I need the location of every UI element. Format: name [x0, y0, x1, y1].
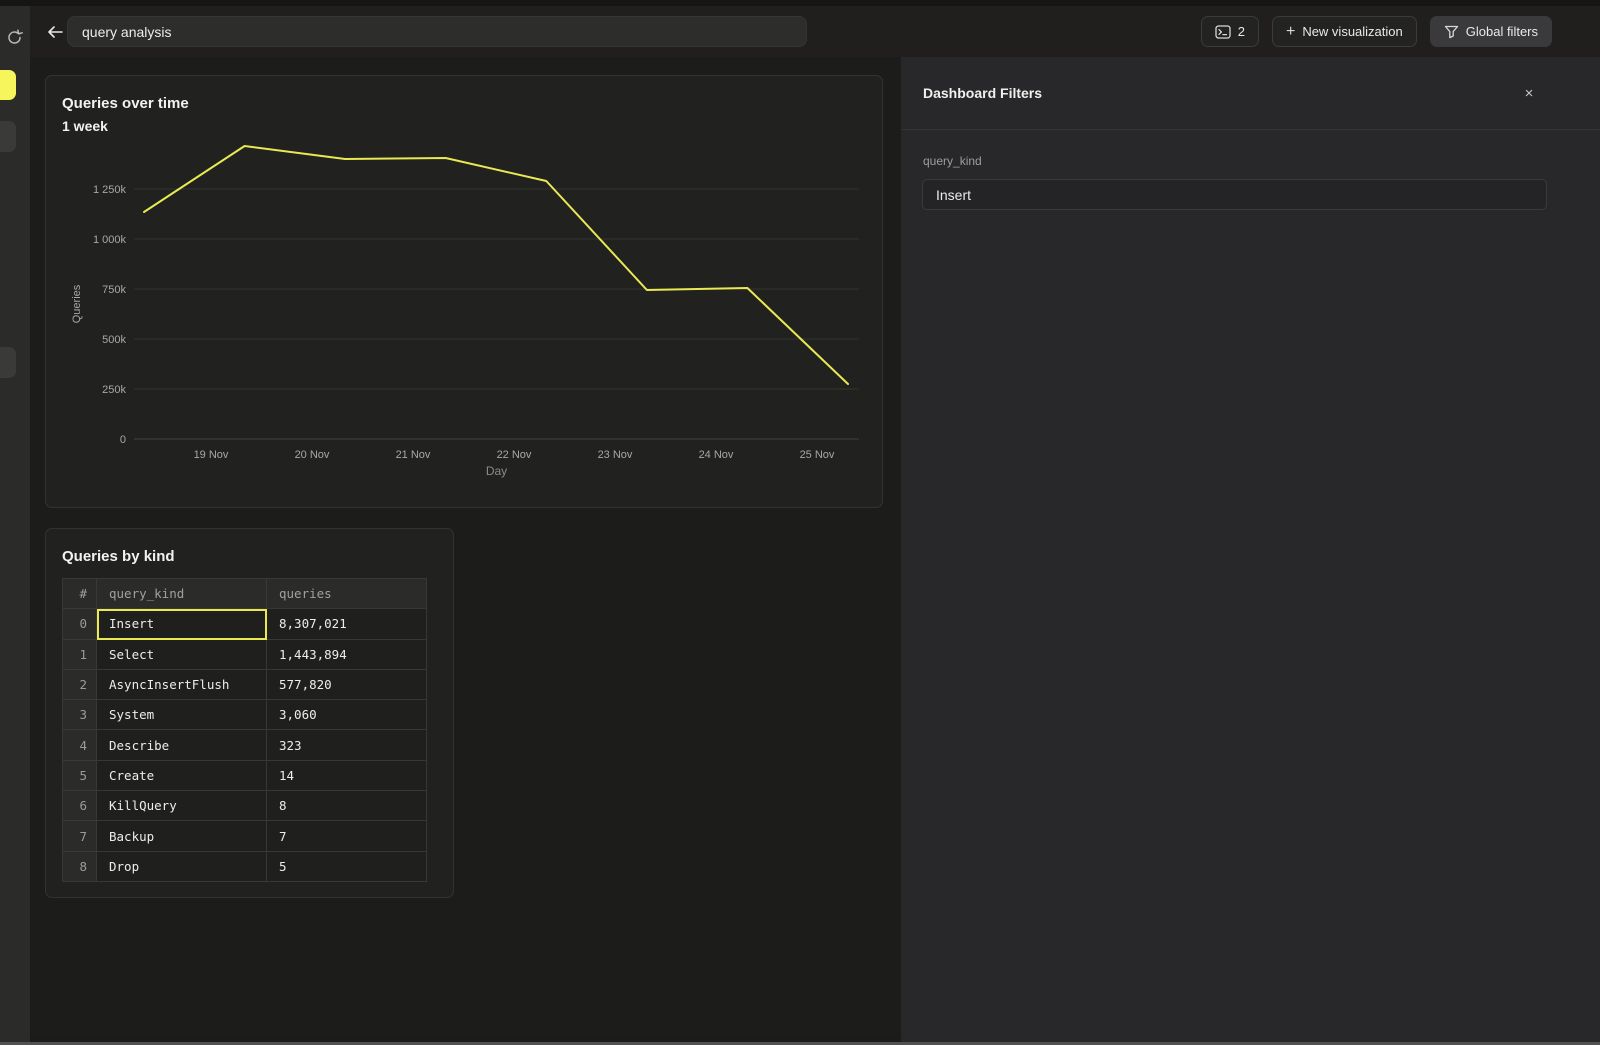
sidebar-item-2[interactable]	[0, 121, 16, 152]
query-kind-filter-value: Insert	[936, 187, 971, 203]
row-index-cell: 6	[63, 791, 97, 821]
col-header-queries[interactable]: queries	[267, 579, 427, 609]
query-kind-filter-input[interactable]: Insert	[922, 179, 1547, 210]
dashboard-app: 2 + New visualization Global filters Que…	[0, 0, 1600, 1045]
plus-icon: +	[1286, 24, 1295, 40]
col-header-query-kind[interactable]: query_kind	[97, 579, 267, 609]
query-kind-cell[interactable]: Drop	[97, 852, 267, 882]
queries-value-cell[interactable]: 7	[267, 821, 427, 851]
results-count-button[interactable]: 2	[1201, 16, 1259, 47]
queries-value-cell[interactable]: 8	[267, 791, 427, 821]
filter-field-label: query_kind	[923, 154, 982, 168]
query-kind-cell[interactable]: KillQuery	[97, 791, 267, 821]
col-header-index[interactable]: #	[63, 579, 97, 609]
queries-value-cell[interactable]: 323	[267, 730, 427, 760]
filters-panel-title: Dashboard Filters	[923, 85, 1042, 101]
query-kind-cell[interactable]: Describe	[97, 730, 267, 760]
sidebar-item-3[interactable]	[0, 347, 16, 378]
left-arrow-icon	[46, 24, 64, 40]
sidebar-item-active-dashboard[interactable]	[0, 70, 16, 100]
x-axis-tick-label: 19 Nov	[194, 449, 229, 461]
row-index-cell: 5	[63, 761, 97, 791]
query-kind-cell[interactable]: AsyncInsertFlush	[97, 670, 267, 700]
new-visualization-button[interactable]: + New visualization	[1272, 16, 1417, 47]
y-axis-tick-label: 250k	[102, 384, 126, 396]
main-content: Queries over time 1 week 0250k500k750k1 …	[30, 57, 901, 1045]
queries-value-cell[interactable]: 3,060	[267, 700, 427, 730]
y-axis-title: Queries	[71, 284, 83, 323]
queries-by-kind-table: #query_kindqueries 0Insert8,307,021 1Selec…	[62, 578, 427, 882]
queries-over-time-chart: 0 250k 500k 750k 1 000k 1 250k Queries 19 Nov 20…	[46, 76, 884, 509]
dashboard-filters-panel: Dashboard Filters × query_kind Insert	[901, 57, 1600, 1045]
back-button[interactable]	[40, 16, 70, 47]
top-bar: 2 + New visualization Global filters	[30, 6, 1600, 57]
query-kind-cell[interactable]: System	[97, 700, 267, 730]
queries-value-cell[interactable]: 1,443,894	[267, 640, 427, 670]
y-axis-tick-label: 0	[120, 434, 126, 446]
y-axis-tick-label: 750k	[102, 284, 126, 296]
queries-value-cell[interactable]: 14	[267, 761, 427, 791]
y-axis-tick-label: 500k	[102, 334, 126, 346]
x-axis-tick-label: 25 Nov	[800, 449, 835, 461]
filters-panel-header: Dashboard Filters ×	[901, 57, 1600, 130]
close-icon[interactable]: ×	[1518, 82, 1540, 104]
x-axis-tick-label: 22 Nov	[497, 449, 532, 461]
queries-over-time-card: Queries over time 1 week 0250k500k750k1 …	[45, 75, 883, 508]
queries-line-series	[144, 146, 848, 384]
refresh-icon	[6, 29, 23, 46]
query-kind-cell[interactable]: Create	[97, 761, 267, 791]
row-index-cell: 1	[63, 640, 97, 670]
y-axis-tick-label: 1 250k	[93, 184, 127, 196]
query-kind-cell[interactable]: Backup	[97, 821, 267, 851]
row-index-cell: 7	[63, 821, 97, 851]
x-axis-tick-label: 23 Nov	[598, 449, 633, 461]
queries-value-cell[interactable]: 577,820	[267, 670, 427, 700]
refresh-button[interactable]	[1, 24, 27, 50]
table-title: Queries by kind	[62, 548, 175, 565]
queries-value-cell[interactable]: 5	[267, 852, 427, 882]
global-filters-label: Global filters	[1466, 24, 1538, 39]
x-axis-tick-label: 20 Nov	[295, 449, 330, 461]
row-index-cell: 4	[63, 730, 97, 760]
x-axis-tick-label: 21 Nov	[396, 449, 431, 461]
query-kind-cell[interactable]: Insert	[97, 609, 267, 639]
row-index-cell: 8	[63, 852, 97, 882]
funnel-icon	[1444, 25, 1459, 39]
queries-value-cell[interactable]: 8,307,021	[267, 609, 427, 639]
row-index-cell: 3	[63, 700, 97, 730]
dashboard-title-input[interactable]	[67, 16, 807, 47]
new-visualization-label: New visualization	[1302, 24, 1402, 39]
x-axis-title: Day	[486, 464, 507, 478]
console-icon	[1215, 25, 1231, 39]
row-index-cell: 2	[63, 670, 97, 700]
x-axis-tick-label: 24 Nov	[699, 449, 734, 461]
row-index-cell: 0	[63, 609, 97, 639]
queries-by-kind-card: Queries by kind #query_kindqueries 0Inser…	[45, 528, 454, 898]
mini-sidebar	[0, 6, 30, 1045]
topbar-actions: 2 + New visualization Global filters	[1201, 16, 1552, 47]
y-axis-tick-label: 1 000k	[93, 234, 127, 246]
results-count-label: 2	[1238, 24, 1245, 39]
global-filters-button[interactable]: Global filters	[1430, 16, 1552, 47]
query-kind-cell[interactable]: Select	[97, 640, 267, 670]
